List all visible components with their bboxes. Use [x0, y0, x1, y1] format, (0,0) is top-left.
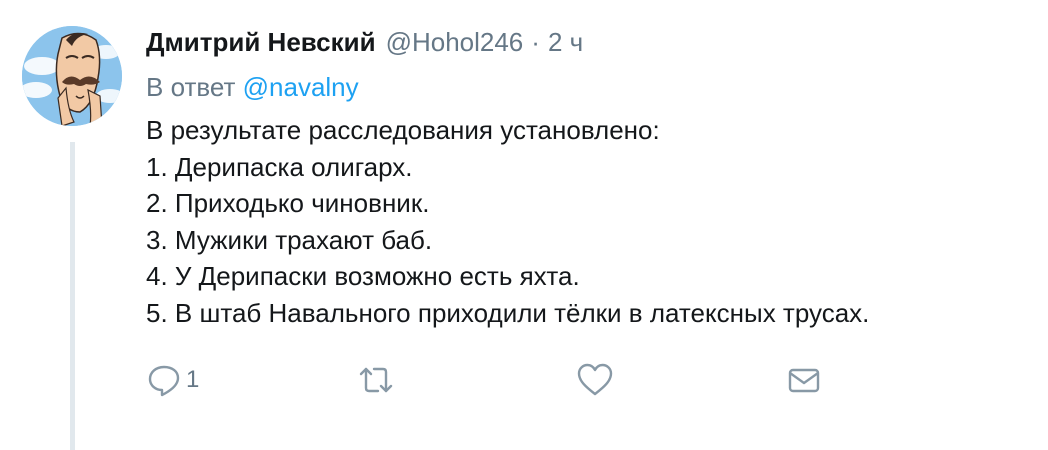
tweet-text-line: 3. Мужики трахают баб. [146, 224, 433, 255]
reply-prefix: В ответ [146, 72, 243, 102]
avatar-image [22, 26, 122, 126]
reply-mention-link[interactable]: @navalny [243, 72, 359, 102]
tweet-text-line: В результате расследования установлено: [146, 115, 660, 145]
like-button[interactable] [576, 360, 614, 400]
heart-icon [577, 363, 613, 396]
user-handle[interactable]: @Hohol246 [386, 27, 524, 58]
reply-bubble-icon [148, 365, 180, 397]
tweet-text-line: 1. Дерипаска олигарх. [146, 151, 413, 182]
tweet-text: В результате расследования установлено: … [146, 112, 1026, 331]
tweet-text-line: 5. В штаб Навального приходили тёлки в л… [146, 297, 870, 328]
reply-button[interactable]: 1 [146, 360, 199, 400]
avatar[interactable] [22, 26, 122, 126]
tweet-text-line: 4. У Дерипаски возможно есть яхта. [146, 261, 580, 291]
tweet-header: Дмитрий Невский @Hohol246 · 2 ч [146, 27, 583, 61]
retweet-icon [359, 367, 393, 393]
reply-count: 1 [186, 366, 200, 393]
tweet: Дмитрий Невский @Hohol246 · 2 ч В ответ … [0, 0, 1048, 450]
retweet-button[interactable] [356, 360, 396, 400]
separator-dot: · [531, 27, 540, 57]
action-bar: 1 [146, 360, 836, 400]
thread-line [70, 142, 75, 450]
display-name[interactable]: Дмитрий Невский [146, 27, 376, 58]
envelope-icon [788, 368, 820, 393]
direct-message-button[interactable] [786, 360, 822, 400]
reply-to: В ответ @navalny [146, 72, 359, 103]
timestamp[interactable]: 2 ч [548, 27, 583, 58]
tweet-text-line: 2. Приходько чиновник. [146, 188, 430, 218]
